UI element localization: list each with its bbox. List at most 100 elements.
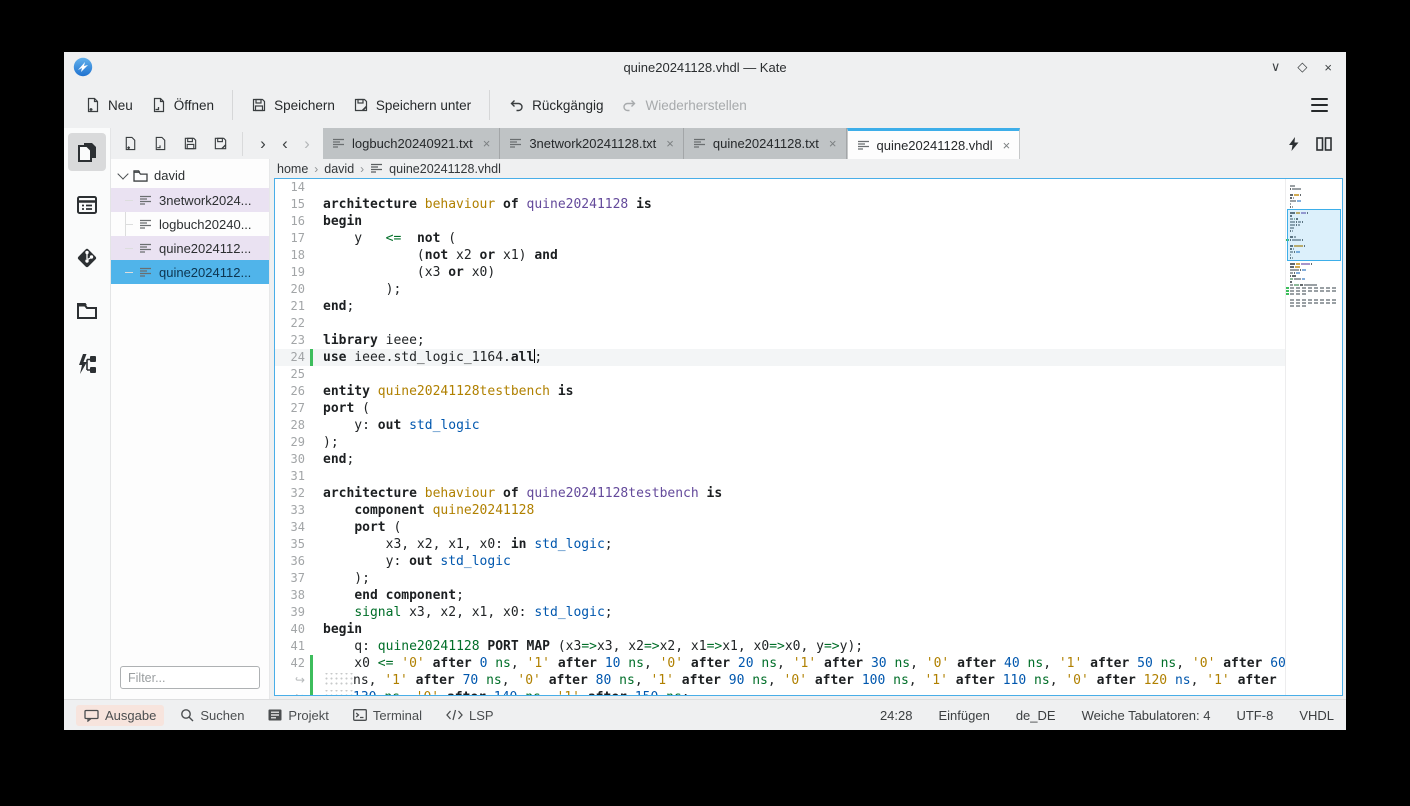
code-area[interactable]: 14 15 architecture behaviour of quine20241… — [275, 179, 1285, 695]
minimize-button[interactable]: ∨ — [1271, 59, 1281, 75]
tab-quine20241128.vhdl[interactable]: quine20241128.vhdl × — [846, 128, 1021, 159]
minimap-viewport[interactable] — [1287, 209, 1341, 261]
code-line-32[interactable]: 32 architecture behaviour of quine2024112… — [275, 485, 1285, 502]
code-line-21[interactable]: 21 end; — [275, 298, 1285, 315]
new-button[interactable]: Neu — [76, 90, 142, 120]
code-line-24[interactable]: 24 use ieee.std_logic_1164.all; — [275, 349, 1285, 366]
breadcrumb-david[interactable]: david — [324, 162, 354, 176]
sidebar-git-button[interactable] — [68, 239, 106, 277]
code-line-33[interactable]: 33 component quine20241128 — [275, 502, 1285, 519]
nav-back-icon[interactable]: ‹ — [277, 135, 293, 152]
tab-close-icon[interactable]: × — [666, 136, 674, 151]
tab-mode[interactable]: Weiche Tabulatoren: 4 — [1082, 708, 1211, 723]
code-text: begin — [323, 214, 363, 229]
save-button[interactable]: Speichern — [242, 90, 344, 120]
code-line-42[interactable]: 42 x0 <= '0' after 0 ns, '1' after 10 ns… — [275, 655, 1285, 672]
code-line-37[interactable]: 37 ); — [275, 570, 1285, 587]
sidebar-symbols-button[interactable] — [68, 186, 106, 224]
redo-button[interactable]: Wiederherstellen — [612, 90, 755, 120]
save-as-button[interactable]: Speichern unter — [344, 90, 480, 120]
status-tool-label: Ausgabe — [105, 707, 157, 723]
code-text: y: out std_logic — [323, 554, 511, 569]
tab-save-button[interactable] — [183, 136, 198, 151]
code-line-40[interactable]: 40 begin — [275, 621, 1285, 638]
encoding[interactable]: UTF-8 — [1236, 708, 1273, 723]
close-button[interactable]: × — [1324, 60, 1332, 75]
sidebar-filesystem-button[interactable] — [68, 292, 106, 330]
split-view-icon[interactable] — [1316, 136, 1332, 151]
code-line-19[interactable]: 19 (x3 or x0) — [275, 264, 1285, 281]
sidebar-documents-button[interactable] — [68, 133, 106, 171]
tree-item-quine2024112[interactable]: quine2024112... — [111, 260, 269, 284]
code-line-39[interactable]: 39 signal x3, x2, x1, x0: std_logic; — [275, 604, 1285, 621]
status-tool-terminal[interactable]: Terminal — [345, 705, 430, 726]
tab-open-file-button[interactable] — [153, 136, 168, 151]
code-line-25[interactable]: 25 — [275, 366, 1285, 383]
menu-hamburger-icon[interactable] — [1305, 92, 1334, 118]
code-line-30[interactable]: 30 end; — [275, 451, 1285, 468]
quick-open-icon[interactable] — [1288, 136, 1300, 151]
tab-close-icon[interactable]: × — [1003, 138, 1011, 153]
tab-quine20241128.txt[interactable]: quine20241128.txt × — [683, 128, 847, 159]
code-line-14[interactable]: 14 — [275, 179, 1285, 196]
syntax-mode[interactable]: VHDL — [1299, 708, 1334, 723]
input-mode[interactable]: Einfügen — [939, 708, 990, 723]
code-line-36[interactable]: 36 y: out std_logic — [275, 553, 1285, 570]
code-line-34[interactable]: 34 port ( — [275, 519, 1285, 536]
nav-forward-icon[interactable]: › — [255, 135, 271, 152]
minimap-row — [1290, 299, 1342, 301]
dictionary[interactable]: de_DE — [1016, 708, 1056, 723]
line-number: 31 — [290, 469, 305, 483]
code-line-22[interactable]: 22 — [275, 315, 1285, 332]
nav-forward-disabled-icon[interactable]: › — [299, 135, 315, 152]
tabbar-separator — [242, 131, 243, 156]
code-line-38[interactable]: 38 end component; — [275, 587, 1285, 604]
tree-item-logbuch20240[interactable]: logbuch20240... — [111, 212, 269, 236]
title-bar[interactable]: quine20241128.vhdl — Kate ∨ ◇ × — [64, 52, 1346, 82]
sidebar-external-tools-button[interactable] — [68, 345, 106, 383]
minimap-row — [1286, 293, 1342, 295]
status-tool-ausgabe[interactable]: Ausgabe — [76, 704, 165, 726]
tab-save-as-button[interactable] — [213, 136, 228, 151]
tab-new-file-button[interactable] — [123, 136, 138, 151]
minimap-scrollbar[interactable] — [1285, 179, 1342, 695]
tab-3network20241128.txt[interactable]: 3network20241128.txt × — [500, 128, 684, 159]
code-line-28[interactable]: 28 y: out std_logic — [275, 417, 1285, 434]
code-line-29[interactable]: 29); — [275, 434, 1285, 451]
tab-close-icon[interactable]: × — [483, 136, 491, 151]
document-lines-icon — [139, 219, 152, 230]
tree-item-quine2024112[interactable]: quine2024112... — [111, 236, 269, 260]
undo-button[interactable]: Rückgängig — [499, 90, 612, 120]
open-button[interactable]: Öffnen — [142, 90, 223, 120]
code-line-wrap[interactable]: ↪ ns, '1' after 70 ns, '0' after 80 ns, '… — [275, 672, 1285, 689]
code-line-15[interactable]: 15 architecture behaviour of quine2024112… — [275, 196, 1285, 213]
tree-root-folder[interactable]: david — [111, 164, 269, 188]
code-line-18[interactable]: 18 (not x2 or x1) and — [275, 247, 1285, 264]
code-line-wrap[interactable]: ↪ 130 ns, '0' after 140 ns, '1' after 150… — [275, 689, 1285, 695]
code-line-23[interactable]: 23 library ieee; — [275, 332, 1285, 349]
status-tool-lsp[interactable]: LSP — [438, 705, 502, 726]
breadcrumb-home[interactable]: home — [277, 162, 308, 176]
breadcrumb[interactable]: home › david › quine20241128.vhdl — [274, 159, 1343, 178]
code-line-16[interactable]: 16 begin — [275, 213, 1285, 230]
status-tool-projekt[interactable]: Projekt — [260, 705, 336, 726]
minimap-modified-marker — [1286, 287, 1289, 289]
code-line-35[interactable]: 35 x3, x2, x1, x0: in std_logic; — [275, 536, 1285, 553]
code-line-17[interactable]: 17 y <= not ( — [275, 230, 1285, 247]
filter-input[interactable] — [120, 666, 260, 689]
cursor-position[interactable]: 24:28 — [880, 708, 913, 723]
maximize-button[interactable]: ◇ — [1297, 59, 1307, 75]
editor-view[interactable]: 14 15 architecture behaviour of quine20241… — [274, 178, 1343, 696]
tree-item-3network2024[interactable]: 3network2024... — [111, 188, 269, 212]
code-line-26[interactable]: 26 entity quine20241128testbench is — [275, 383, 1285, 400]
code-line-27[interactable]: 27 port ( — [275, 400, 1285, 417]
code-line-41[interactable]: 41 q: quine20241128 PORT MAP (x3=>x3, x2… — [275, 638, 1285, 655]
code-line-20[interactable]: 20 ); — [275, 281, 1285, 298]
status-tool-suchen[interactable]: Suchen — [172, 705, 252, 726]
code-line-31[interactable]: 31 — [275, 468, 1285, 485]
breadcrumb-file[interactable]: quine20241128.vhdl — [389, 162, 501, 176]
tab-logbuch20240921.txt[interactable]: logbuch20240921.txt × — [323, 128, 501, 159]
kate-window: quine20241128.vhdl — Kate ∨ ◇ × Neu Öffn… — [64, 52, 1346, 730]
tab-close-icon[interactable]: × — [829, 136, 837, 151]
code-text: component quine20241128 — [354, 503, 535, 518]
